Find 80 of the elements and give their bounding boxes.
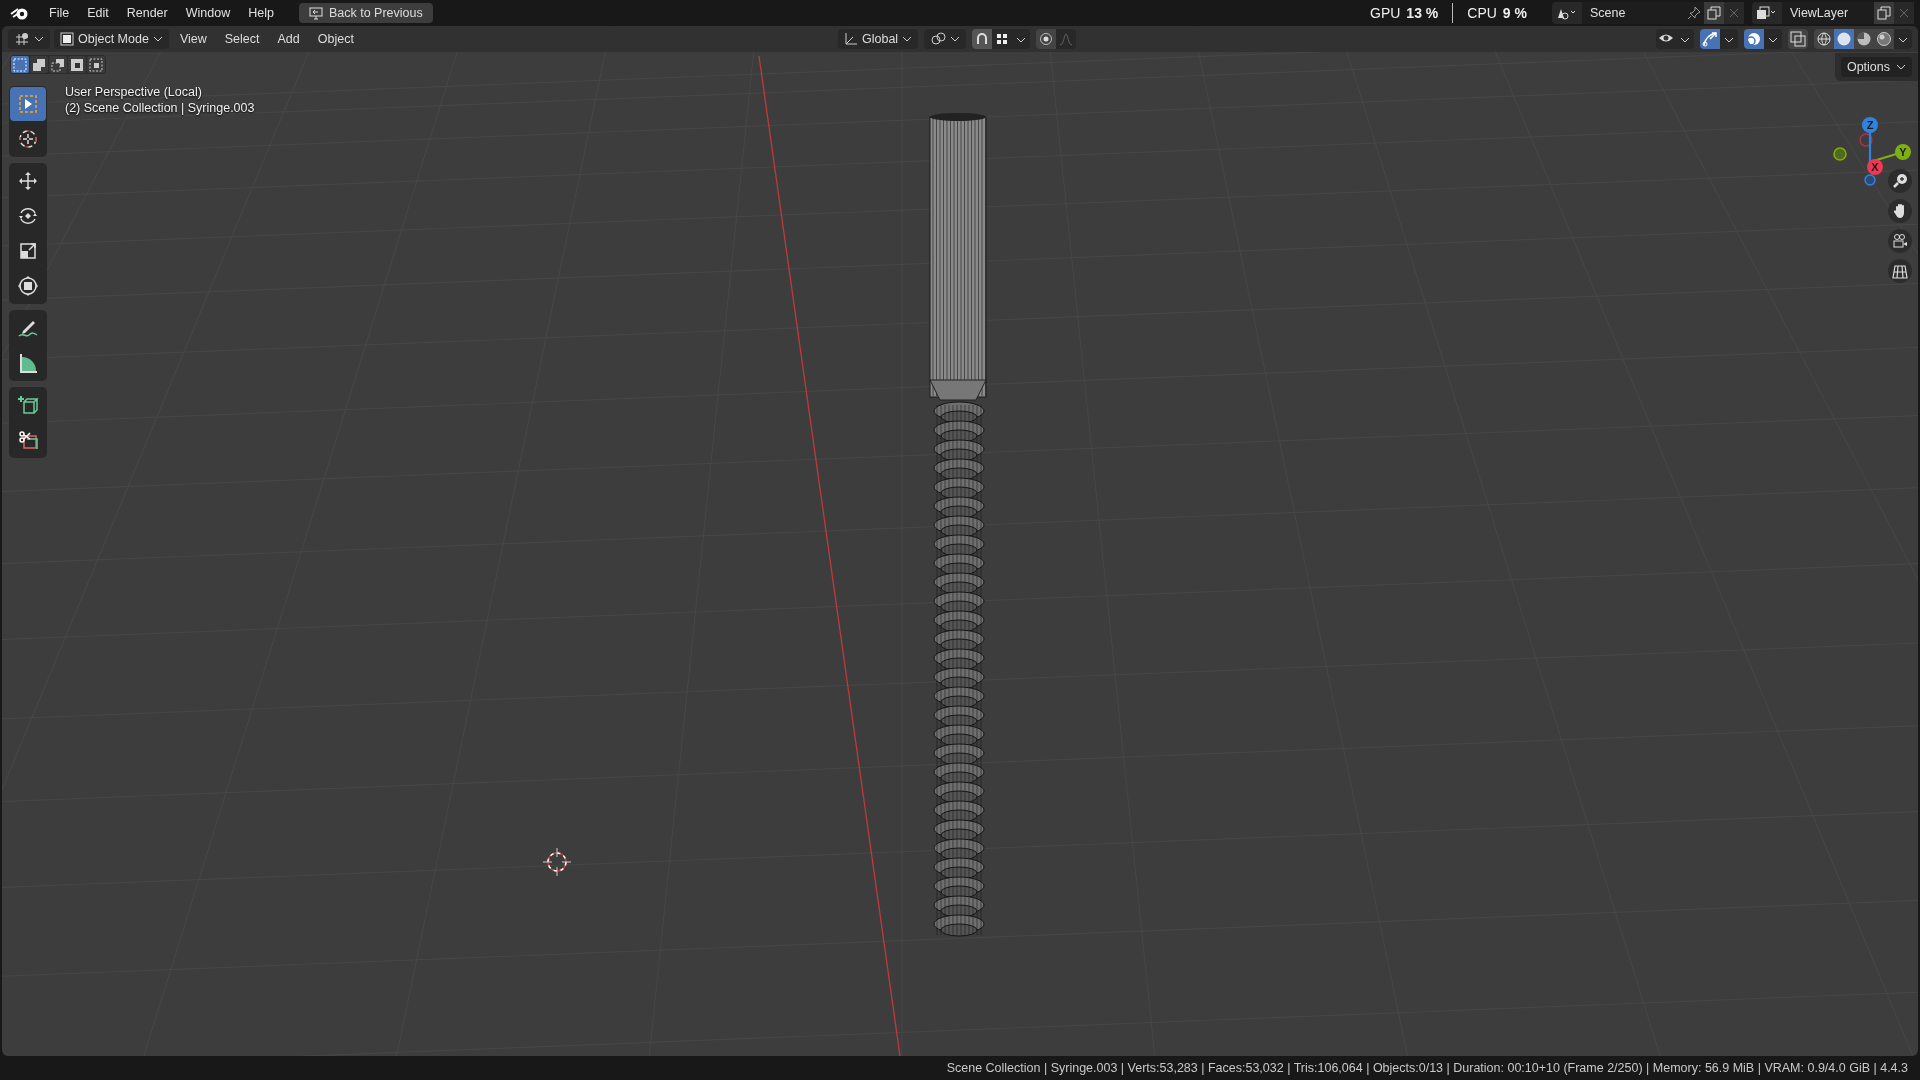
menu-item[interactable]: Edit — [80, 3, 116, 23]
select-mode-button[interactable] — [49, 56, 67, 73]
transform-icon — [16, 274, 40, 298]
close-icon[interactable] — [1899, 8, 1909, 18]
caret-icon[interactable] — [1898, 37, 1908, 43]
menu-item[interactable]: Help — [241, 3, 281, 23]
grid-icon — [1891, 262, 1909, 280]
sphere-icon — [1876, 31, 1892, 47]
globe-icon — [1816, 31, 1832, 47]
caret-icon[interactable] — [152, 36, 163, 42]
caret-icon[interactable] — [1016, 37, 1027, 43]
rings-icon[interactable] — [930, 32, 947, 46]
axes-icon[interactable] — [844, 32, 858, 46]
editor-type-dropdown[interactable] — [8, 29, 50, 49]
menu-item[interactable]: Add — [270, 30, 307, 48]
cursor-icon[interactable] — [542, 847, 572, 877]
monitor-icon[interactable] — [308, 6, 323, 20]
gizmo-toggle[interactable] — [1700, 29, 1720, 49]
squares-icon — [1788, 29, 1808, 49]
orientation-dropdown[interactable]: Global — [838, 29, 919, 49]
pan-button[interactable] — [1888, 199, 1912, 223]
camera-button[interactable] — [1888, 229, 1912, 253]
select-tool[interactable] — [10, 87, 46, 121]
zoom-button[interactable] — [1888, 169, 1912, 193]
caret-icon[interactable] — [1896, 64, 1906, 70]
squares-icon — [88, 56, 104, 73]
select-mode-button[interactable] — [30, 56, 48, 73]
solid-shading-button[interactable] — [1834, 29, 1854, 49]
caret-icon[interactable] — [902, 36, 913, 42]
menu-item[interactable]: Select — [217, 30, 267, 48]
zoom-icon — [1891, 172, 1909, 190]
mode-dropdown[interactable]: Object Mode — [54, 29, 169, 49]
caret-icon[interactable] — [950, 36, 961, 42]
close-icon[interactable] — [1729, 8, 1739, 18]
scene-field[interactable]: Scene — [1582, 2, 1684, 24]
view-layer-field[interactable]: ViewLayer — [1782, 2, 1874, 24]
caret-icon[interactable] — [1768, 37, 1778, 43]
sphere-icon — [1856, 31, 1872, 47]
context-label: (2) Scene Collection | Syringe.003 — [65, 101, 255, 115]
squares-icon — [31, 56, 47, 73]
usage-stat: GPU 13 % — [1370, 5, 1439, 21]
grid-icon[interactable] — [14, 32, 30, 46]
select-mode-button[interactable] — [87, 56, 105, 73]
squares-icon — [50, 56, 66, 73]
camera-icon — [1891, 232, 1909, 250]
menu-item[interactable]: File — [42, 3, 77, 23]
material-shading-button[interactable] — [1854, 29, 1874, 49]
rendered-shading-button[interactable] — [1874, 29, 1894, 49]
app-logo-icon[interactable] — [10, 5, 30, 21]
dots-icon — [996, 33, 1009, 45]
snap-button[interactable] — [972, 29, 993, 49]
usage-stat: CPU 9 % — [1467, 5, 1527, 21]
options-dropdown[interactable]: Options — [1840, 57, 1912, 77]
squares-icon — [69, 56, 85, 73]
arrow-icon — [1700, 29, 1720, 49]
view-name: User Perspective (Local) — [65, 85, 203, 99]
pivot-dropdown[interactable] — [924, 29, 967, 49]
menu-item[interactable]: Object — [310, 30, 361, 48]
squares-icon — [12, 56, 28, 73]
curve-icon — [1059, 32, 1074, 46]
wireframe-shading-button[interactable] — [1814, 29, 1834, 49]
square-icon[interactable] — [60, 32, 74, 46]
sphere-icon — [1836, 31, 1852, 47]
proportional-edit-button[interactable] — [1036, 29, 1057, 49]
target-icon — [1039, 32, 1054, 46]
crosshair-icon — [16, 127, 40, 151]
menu-item[interactable]: Window — [178, 3, 238, 23]
scissors-icon — [16, 428, 40, 452]
cube-icon — [16, 393, 40, 417]
menu-item[interactable]: View — [172, 30, 214, 48]
back-button[interactable]: Back to Previous — [298, 3, 433, 23]
caret-icon[interactable] — [34, 36, 44, 42]
overlay-toggle[interactable] — [1744, 29, 1764, 49]
caret-icon[interactable] — [1724, 37, 1734, 43]
select-mode-button[interactable] — [68, 56, 86, 73]
xray-toggle[interactable] — [1788, 29, 1808, 49]
menu-item[interactable]: Render — [119, 3, 175, 23]
magnet-icon — [975, 32, 990, 46]
ortho-button[interactable] — [1888, 259, 1912, 283]
caret-icon[interactable] — [1680, 37, 1690, 43]
